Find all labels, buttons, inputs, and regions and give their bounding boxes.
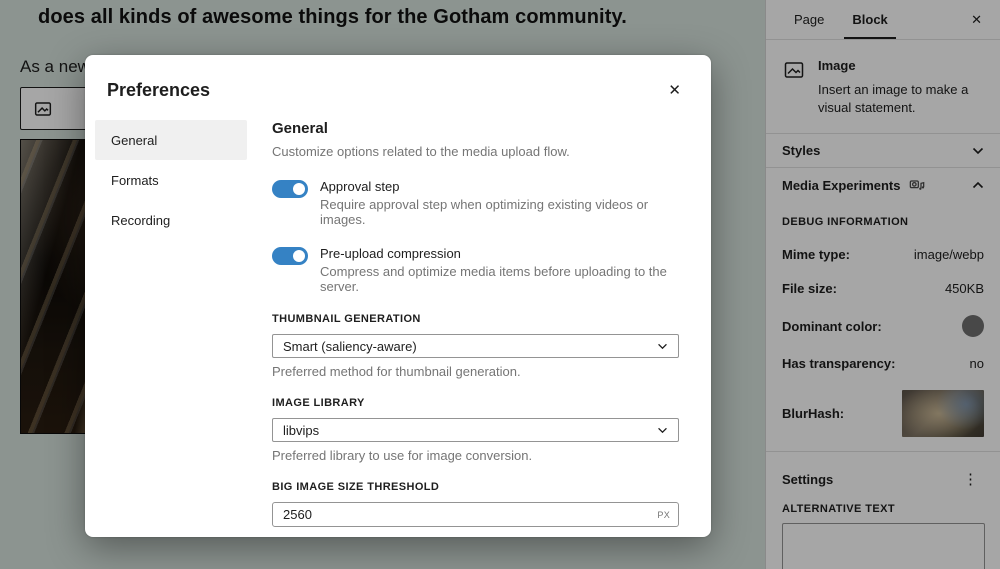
thumbnail-generation-select[interactable]: Smart (saliency-aware): [272, 334, 679, 358]
approval-step-toggle[interactable]: [272, 180, 308, 198]
toggle-label: Pre-upload compression: [320, 246, 461, 261]
big-image-size-threshold-label: Big image size threshold: [272, 481, 440, 493]
toggle-label: Approval step: [320, 179, 400, 194]
preferences-modal: Preferences ✕ General Formats Recording …: [85, 55, 711, 537]
preferences-nav: General Formats Recording: [95, 120, 247, 527]
close-modal-icon[interactable]: ✕: [664, 79, 685, 102]
image-library-help: Preferred library to use for image conve…: [272, 448, 533, 463]
input-value: 2560: [283, 507, 312, 522]
modal-title: Preferences: [107, 80, 211, 100]
nav-item-recording[interactable]: Recording: [95, 200, 247, 240]
select-value: libvips: [283, 422, 320, 438]
chevron-down-icon: [658, 343, 667, 349]
input-unit-suffix: PX: [657, 509, 670, 520]
thumbnail-generation-label: Thumbnail generation: [272, 313, 421, 325]
modal-header: Preferences ✕: [85, 55, 711, 116]
toggle-row-approval-step: Approval step Require approval step when…: [272, 179, 679, 227]
toggle-help: Compress and optimize media items before…: [320, 264, 667, 294]
thumbnail-generation-help: Preferred method for thumbnail generatio…: [272, 364, 521, 379]
big-image-size-threshold-input[interactable]: 2560 PX: [272, 502, 679, 527]
toggle-row-pre-upload-compression: Pre-upload compression Compress and opti…: [272, 246, 679, 294]
section-title: General: [272, 120, 328, 137]
image-library-label: Image library: [272, 397, 365, 409]
image-library-select[interactable]: libvips: [272, 418, 679, 442]
pre-upload-compression-toggle[interactable]: [272, 247, 308, 265]
nav-item-general[interactable]: General: [95, 120, 247, 160]
preferences-content: General Customize options related to the…: [272, 120, 679, 527]
section-description: Customize options related to the media u…: [272, 144, 570, 159]
nav-item-formats[interactable]: Formats: [95, 160, 247, 200]
select-value: Smart (saliency-aware): [283, 338, 417, 354]
chevron-down-icon: [658, 427, 667, 433]
toggle-help: Require approval step when optimizing ex…: [320, 197, 649, 227]
